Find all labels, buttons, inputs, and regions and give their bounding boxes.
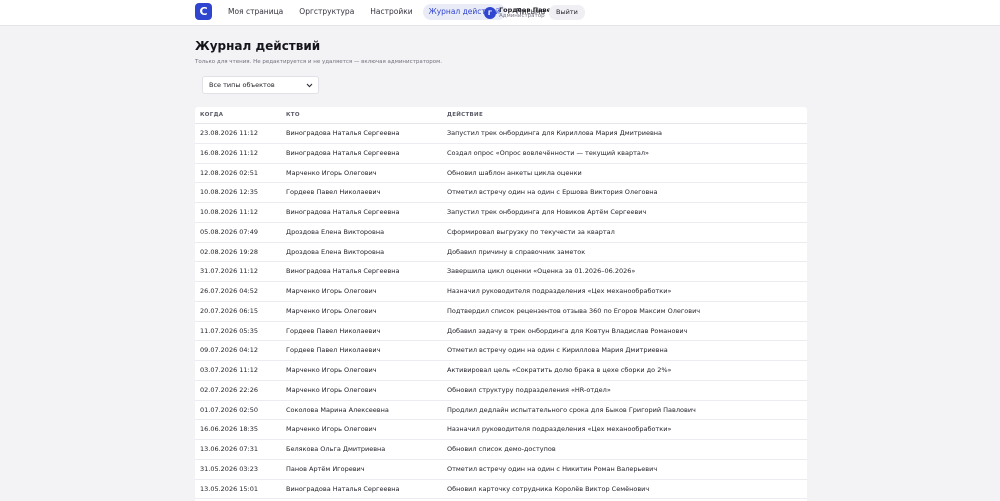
cell-who: Соколова Марина Алексеевна [286,405,389,414]
cell-when: 16.08.2026 11:12 [200,148,259,157]
table-row: 09.07.2026 04:12 Гордеев Павел Николаевич… [195,341,807,361]
cell-when: 11.07.2026 05:35 [200,326,259,335]
table-row: 31.07.2026 11:12 Виноградова Наталья Серг… [195,262,807,282]
cell-when: 31.05.2026 03:23 [200,464,259,473]
table-row: 10.08.2026 11:12 Виноградова Наталья Серг… [195,203,807,223]
object-type-select-value: Все типы объектов [209,81,275,89]
cell-action: Обновил карточку сотрудника Королёв Викт… [447,484,650,493]
cell-action: Подтвердил список рецензентов отзыва 360… [447,306,701,315]
user-menu[interactable]: Г Гордеев Павел Администратор [484,5,556,21]
column-header-who: КТО [286,112,300,118]
cell-when: 05.08.2026 07:49 [200,227,259,236]
cell-action: Активировал цель «Сократить долю брака в… [447,366,672,374]
cell-who: Марченко Игорь Олегович [286,287,377,295]
cell-when: 03.07.2026 11:12 [200,366,259,374]
cell-action: Добавил задачу в трек онбординга для Ков… [447,326,688,335]
nav-item-org-structure[interactable]: Оргструктура [293,4,360,20]
chevron-down-icon [306,83,313,87]
table-row: 12.08.2026 02:51 Марченко Игорь Олегович О… [195,164,807,184]
table-row: 16.06.2026 18:35 Марченко Игорь Олегович Н… [195,420,807,440]
cell-action: Продлил дедлайн испытательного срока для… [447,405,696,414]
cell-when: 31.07.2026 11:12 [200,267,259,276]
cell-who: Виноградова Наталья Сергеевна [286,484,400,493]
table-row: 01.07.2026 02:50 Соколова Марина Алексеев… [195,401,807,421]
cell-action: Обновил шаблон анкеты цикла оценки [447,168,582,177]
cell-action: Отметил встречу один на один с Ершова Ви… [447,188,658,197]
table-row: 26.07.2026 04:52 Марченко Игорь Олегович Н… [195,282,807,302]
cell-when: 10.08.2026 11:12 [200,208,259,216]
cell-when: 10.08.2026 12:35 [200,188,259,197]
cell-when: 16.06.2026 18:35 [200,425,259,434]
avatar-initial: Г [487,9,493,17]
cell-when: 02.07.2026 22:26 [200,385,259,394]
cell-action: Отметил встречу один на один с Никитин Р… [447,464,658,473]
cell-who: Дроздова Елена Викторовна [286,227,385,236]
cell-who: Виноградова Наталья Сергеевна [286,208,400,216]
cell-who: Виноградова Наталья Сергеевна [286,148,400,157]
page-subtitle: Только для чтения. Не редактируется и не… [195,59,443,65]
table-row: 13.05.2026 15:01 Виноградова Наталья Серг… [195,480,807,500]
cell-action: Запустил трек онбординга для Новиков Арт… [447,208,647,216]
cell-action: Обновил структуру подразделения «HR-отде… [447,385,611,394]
table-row: 10.08.2026 12:35 Гордеев Павел Николаевич… [195,183,807,203]
cell-action: Сформировал выгрузку по текучести за ква… [447,227,615,236]
cell-who: Дроздова Елена Викторовна [286,247,385,256]
table-row: 31.05.2026 03:23 Панов Артём Игоревич Отме… [195,460,807,480]
cell-who: Гордеев Павел Николаевич [286,188,381,197]
user-role: Администратор [499,13,545,19]
column-header-when: КОГДА [200,112,224,118]
logout-button[interactable]: Выйти [549,5,585,20]
table-row: 13.06.2026 07:31 Белякова Ольга Дмитриевн… [195,440,807,460]
cell-action: Создал опрос «Опрос вовлечённости — теку… [447,148,650,157]
top-bar: C Моя страница Оргструктура Настройки Жу… [0,0,1000,26]
cell-who: Панов Артём Игоревич [286,464,365,473]
nav-item-my-page[interactable]: Моя страница [222,4,289,20]
cell-who: Виноградова Наталья Сергеевна [286,129,400,137]
cell-action: Завершила цикл оценки «Оценка за 01.2026… [447,267,636,276]
table-row: 11.07.2026 05:35 Гордеев Павел Николаевич… [195,322,807,342]
cell-who: Марченко Игорь Олегович [286,366,377,374]
cell-action: Добавил причину в справочник заметок [447,247,586,256]
page-title: Журнал действий [195,39,321,53]
nav-item-settings[interactable]: Настройки [364,4,418,20]
table-row: 20.07.2026 06:15 Марченко Игорь Олегович П… [195,302,807,322]
cell-when: 13.06.2026 07:31 [200,445,259,453]
cell-who: Марченко Игорь Олегович [286,168,377,177]
logo-letter: C [199,5,208,18]
cell-who: Марченко Игорь Олегович [286,425,377,434]
app-logo[interactable]: C [195,3,212,20]
avatar: Г [484,7,496,19]
cell-action: Обновил список демо-доступов [447,445,556,453]
table-header: КОГДА КТО ДЕЙСТВИЕ [195,107,807,124]
cell-when: 23.08.2026 11:12 [200,129,259,137]
table-row: 23.08.2026 11:12 Виноградова Наталья Серг… [195,124,807,144]
column-header-action: ДЕЙСТВИЕ [447,112,483,118]
cell-when: 01.07.2026 02:50 [200,405,259,414]
user-info: Гордеев Павел Администратор [499,6,556,20]
cell-action: Запустил трек онбординга для Кириллова М… [447,129,663,137]
cell-action: Отметил встречу один на один с Кириллова… [447,346,668,355]
table-row: 03.07.2026 11:12 Марченко Игорь Олегович А… [195,361,807,381]
cell-when: 12.08.2026 02:51 [200,168,259,177]
object-type-select[interactable]: Все типы объектов [202,76,319,94]
cell-who: Виноградова Наталья Сергеевна [286,267,400,276]
cell-who: Гордеев Павел Николаевич [286,326,381,335]
cell-when: 26.07.2026 04:52 [200,287,259,295]
table-row: 02.07.2026 22:26 Марченко Игорь Олегович О… [195,381,807,401]
cell-action: Назначил руководителя подразделения «Цех… [447,425,672,434]
action-log-table: КОГДА КТО ДЕЙСТВИЕ 23.08.2026 11:12 Виног… [195,107,807,501]
table-row: 05.08.2026 07:49 Дроздова Елена Викторовн… [195,223,807,243]
cell-when: 13.05.2026 15:01 [200,484,259,493]
table-row: 02.08.2026 19:28 Дроздова Елена Викторовн… [195,243,807,263]
cell-who: Марченко Игорь Олегович [286,385,377,394]
cell-action: Назначил руководителя подразделения «Цех… [447,287,672,295]
cell-who: Гордеев Павел Николаевич [286,346,381,355]
cell-who: Белякова Ольга Дмитриевна [286,445,386,453]
table-row: 16.08.2026 11:12 Виноградова Наталья Серг… [195,144,807,164]
table-body: 23.08.2026 11:12 Виноградова Наталья Серг… [195,124,807,500]
cell-who: Марченко Игорь Олегович [286,306,377,315]
cell-when: 09.07.2026 04:12 [200,346,259,355]
cell-when: 02.08.2026 19:28 [200,247,259,256]
cell-when: 20.07.2026 06:15 [200,306,259,315]
